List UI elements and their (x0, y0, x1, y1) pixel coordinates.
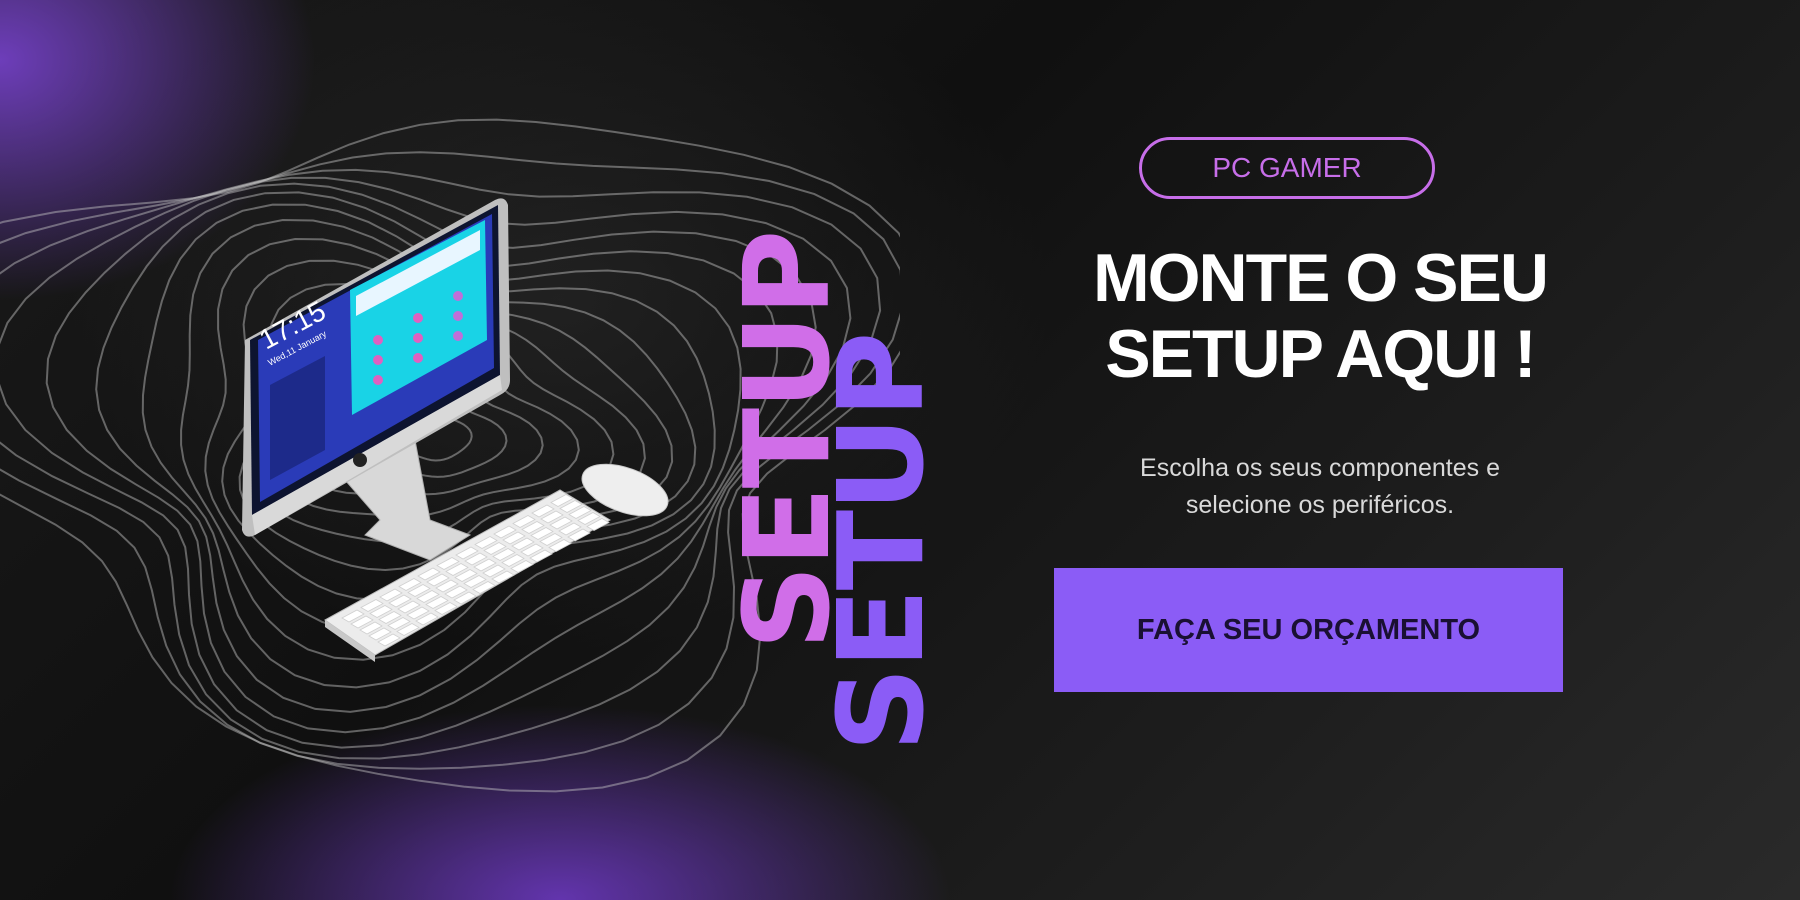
subtitle: Escolha os seus componentes e selecione … (1060, 450, 1580, 524)
subtitle-line-2: selecione os periféricos. (1185, 491, 1455, 519)
headline-line-2: SETUP AQUI ! (1105, 316, 1536, 392)
page-title: MONTE O SEU SETUP AQUI ! (1040, 240, 1600, 392)
subtitle-line-1: Escolha os seus componentes e (1140, 454, 1500, 482)
pc-gamer-badge: PC GAMER (1139, 137, 1435, 199)
computer-illustration: 17:15 Wed,11 January (242, 198, 669, 662)
headline-line-1: MONTE O SEU (1092, 240, 1549, 316)
quote-button[interactable]: FAÇA SEU ORÇAMENTO (1054, 568, 1563, 692)
setup-vertical-text-purple: SETUP (812, 333, 950, 752)
